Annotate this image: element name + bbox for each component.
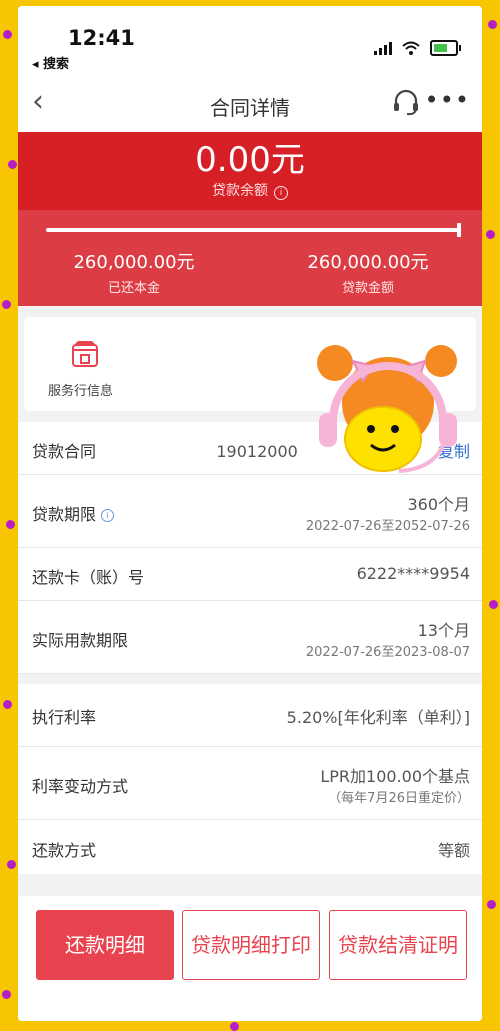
contract-label: 贷款合同 (32, 442, 97, 461)
print-detail-button[interactable]: 贷款明细打印 (182, 910, 320, 980)
info-icon[interactable]: i (274, 186, 288, 200)
actual-term-value: 13个月 (417, 621, 470, 640)
term-range: 2022-07-26至2052-07-26 (305, 519, 470, 534)
status-bar: 12:41 ◂ 搜索 (18, 6, 482, 76)
rate-label: 执行利率 (32, 708, 97, 727)
contract-details: 贷款合同 19012000 复制 贷款期限 i 360个月 2022-07-26至… (18, 422, 482, 874)
repayment-summary: 260,000.00元 已还本金 260,000.00元 贷款金额 (18, 210, 482, 306)
back-to-search[interactable]: ◂ 搜索 (32, 53, 69, 72)
actual-term-range: 2022-07-26至2023-08-07 (305, 645, 470, 660)
settle-cert-button[interactable]: 贷款结清证明 (329, 910, 467, 980)
repay-detail-button[interactable]: 还款明细 (36, 910, 174, 980)
card-value: 6222****9954 (356, 564, 470, 583)
balance-label-text: 贷款余额 (212, 183, 268, 199)
term-row: 贷款期限 i 360个月 2022-07-26至2052-07-26 (18, 475, 482, 548)
term-label: 贷款期限 i (32, 501, 115, 525)
service-label[interactable]: 服务行信息 (48, 380, 113, 399)
rate-change-note: （每年7月26日重定价） (328, 791, 470, 806)
card-row: 还款卡（账）号 6222****9954 (18, 548, 482, 601)
repaid-amount: 260,000.00元 (73, 252, 195, 273)
term-label-text: 贷款期限 (32, 505, 97, 524)
contract-number: 19012000 (216, 442, 298, 461)
rate-row: 执行利率 5.20%[年化利率（单利）] (18, 684, 482, 747)
nav-bar: ‹ 合同详情 ••• (18, 76, 482, 132)
signal-icon (374, 41, 392, 55)
info-icon[interactable]: i (101, 509, 115, 522)
section-divider (18, 674, 482, 684)
card-label: 还款卡（账）号 (32, 568, 145, 587)
actual-term-row: 实际用款期限 13个月 2022-07-26至2023-08-07 (18, 601, 482, 674)
term-value: 360个月 (407, 495, 470, 514)
rate-value: 5.20%[年化利率（单利）] (286, 708, 470, 727)
status-icons (374, 40, 461, 56)
repaid-stat: 260,000.00元 已还本金 (34, 248, 234, 296)
clock: 12:41 (68, 26, 135, 50)
repaid-label: 已还本金 (107, 281, 160, 296)
balance-amount: 0.00元 (195, 140, 305, 180)
headset-icon[interactable] (392, 88, 420, 116)
repay-method-row: 还款方式 等额 (18, 820, 482, 874)
action-bar: 还款明细 贷款明细打印 贷款结清证明 (18, 896, 482, 1021)
loan-amount-stat: 260,000.00元 贷款金额 (268, 248, 468, 296)
rate-change-value: LPR加100.00个基点 (320, 767, 470, 786)
battery-icon (430, 40, 461, 56)
loan-amount: 260,000.00元 (307, 252, 429, 273)
actual-term-label: 实际用款期限 (32, 631, 129, 650)
balance-label: 贷款余额 i (18, 180, 482, 200)
rate-change-row: 利率变动方式 LPR加100.00个基点 （每年7月26日重定价） (18, 747, 482, 820)
repaid-progress-bar (46, 228, 460, 232)
shop-icon[interactable] (70, 339, 100, 369)
balance-header: 0.00元 贷款余额 i (18, 132, 482, 210)
wifi-icon (402, 41, 420, 55)
repay-method-label: 还款方式 (32, 841, 97, 860)
progress-end-marker (457, 223, 461, 237)
more-icon[interactable]: ••• (425, 86, 470, 114)
repay-method-value: 等额 (437, 841, 470, 860)
cartoon-sticker-image (317, 345, 457, 473)
loan-amount-label: 贷款金额 (341, 281, 394, 296)
rate-change-label: 利率变动方式 (32, 777, 129, 796)
phone-screen: 12:41 ◂ 搜索 ‹ 合同详情 ••• 0.00元 贷款余额 i 260,0… (18, 6, 482, 1021)
